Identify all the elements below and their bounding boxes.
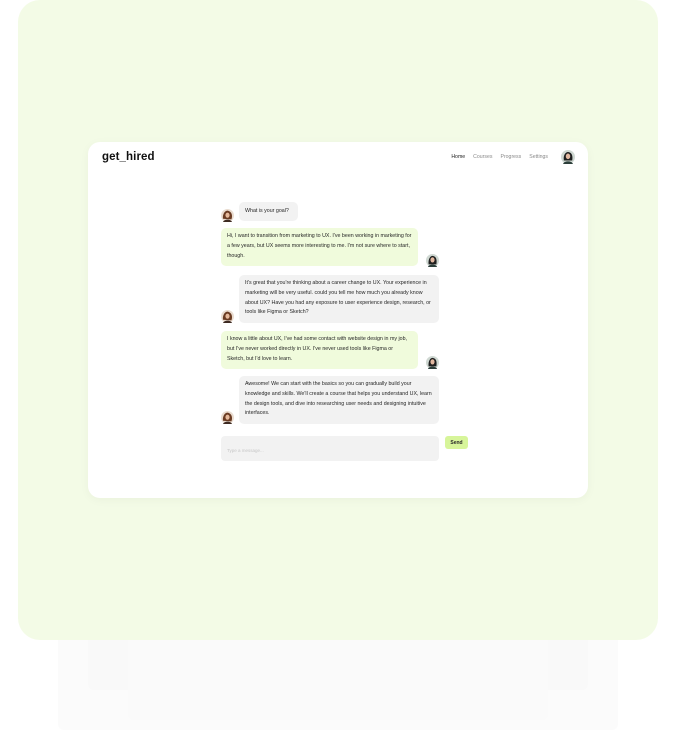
main-nav: Home Courses Progress Settings	[451, 154, 548, 160]
chat-message-user: I know a little about UX, I've had some …	[221, 331, 418, 369]
chat-message-user: Hi, I want to transition from marketing …	[221, 228, 418, 266]
nav-courses[interactable]: Courses	[473, 154, 492, 160]
profile-avatar-icon[interactable]	[561, 150, 575, 164]
chat-message-bot: It's great that you're thinking about a …	[239, 275, 439, 323]
nav-settings[interactable]: Settings	[529, 154, 548, 160]
user-avatar-icon	[426, 254, 439, 267]
assistant-avatar-icon	[221, 310, 234, 323]
nav-progress[interactable]: Progress	[500, 154, 521, 160]
message-input[interactable]	[221, 436, 439, 461]
chat-message-bot: Awesome! We can start with the basics so…	[239, 376, 439, 424]
assistant-avatar-icon	[221, 209, 234, 222]
assistant-avatar-icon	[221, 411, 234, 424]
user-avatar-icon	[426, 356, 439, 369]
app-window: get_hired Home Courses Progress Settings…	[88, 142, 588, 498]
send-button[interactable]: Send	[445, 436, 468, 449]
app-logo[interactable]: get_hired	[102, 151, 155, 163]
nav-home[interactable]: Home	[451, 154, 465, 160]
chat-message-bot: What is your goal?	[239, 202, 298, 221]
